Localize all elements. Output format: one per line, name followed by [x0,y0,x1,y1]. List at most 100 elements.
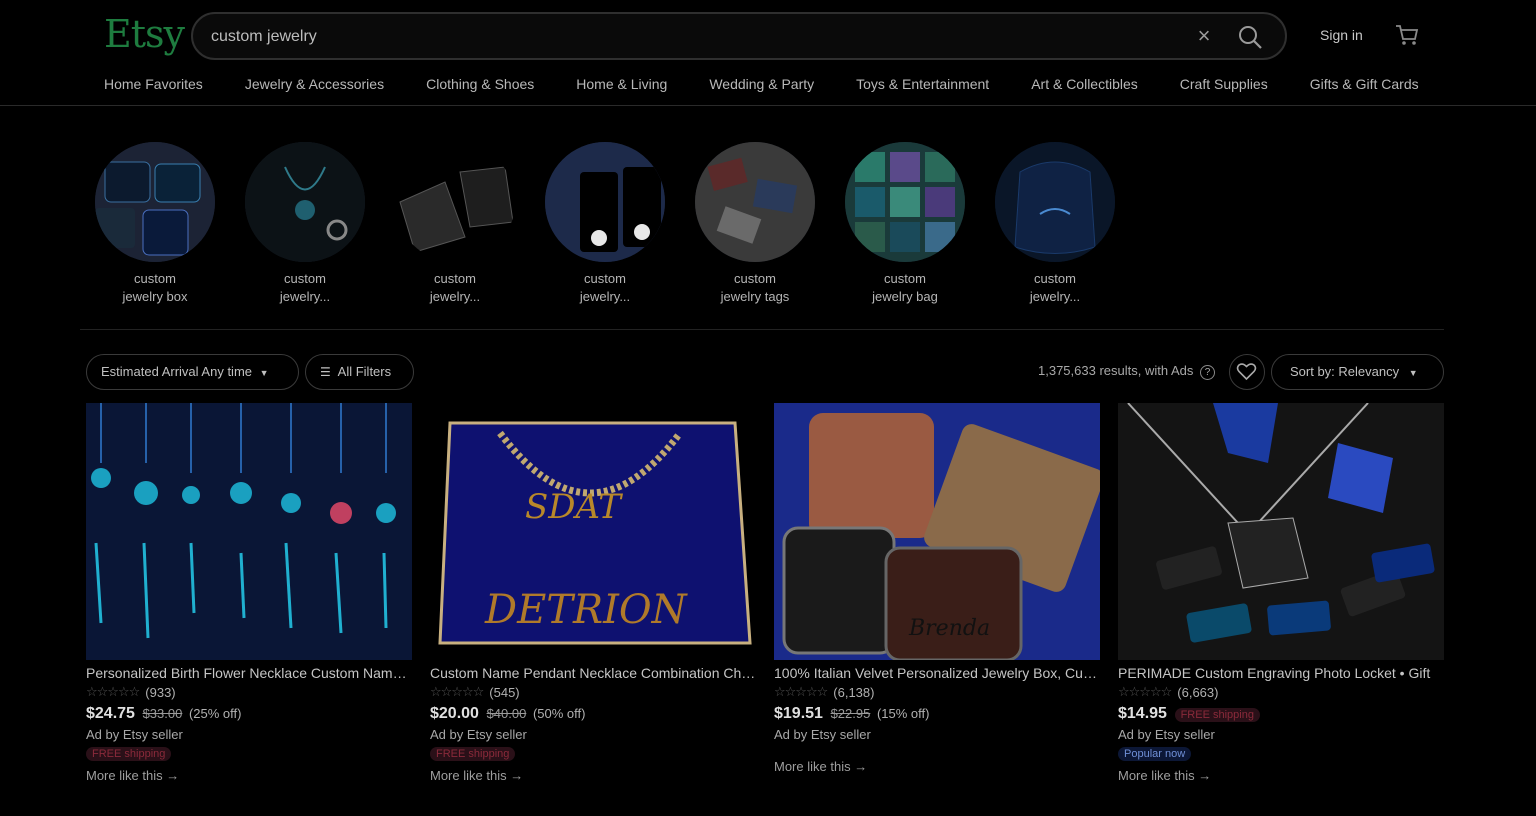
related-search-label: custom [884,271,926,286]
etsy-logo[interactable]: Etsy [104,12,185,56]
star-rating-icon: ☆☆☆☆☆ [1118,684,1172,699]
original-price: $40.00 [486,706,527,721]
arrow-right-icon: → [166,768,180,783]
listing-card[interactable]: SDAT DETRION Custom Name Pendant Necklac… [430,403,756,783]
all-filters-button[interactable]: ☰ All Filters [305,354,414,390]
more-like-this-label: More like this [86,768,163,783]
sort-dropdown[interactable]: Sort by: Relevancy ▼ [1271,354,1444,390]
nav-home-living[interactable]: Home & Living [576,76,667,96]
related-search-thumbnail [695,142,815,262]
arrow-right-icon: → [854,759,868,774]
more-like-this-label: More like this [774,759,851,774]
related-search-thumbnail [95,142,215,262]
sign-in-link[interactable]: Sign in [1320,27,1363,43]
heart-icon [1236,363,1257,381]
listing-rating: ☆☆☆☆☆ (6,138) [774,684,1100,700]
nav-wedding-party[interactable]: Wedding & Party [709,76,814,96]
nav-craft-supplies[interactable]: Craft Supplies [1180,76,1268,96]
related-search-item[interactable]: custom jewelry... [995,142,1115,306]
star-rating-icon: ☆☆☆☆☆ [430,684,484,699]
results-count: 1,375,633 results, with Ads ? [1038,363,1215,380]
caret-down-icon: ▼ [259,368,269,378]
discount-text: (15% off) [876,706,930,721]
free-shipping-badge: FREE shipping [1174,708,1260,722]
header: Etsy × Sign in Home Favorites Jewelry & … [0,0,1536,106]
listing-title[interactable]: Custom Name Pendant Necklace Combination… [430,665,756,681]
review-count: (6,663) [1177,684,1219,700]
nav-clothing-shoes[interactable]: Clothing & Shoes [426,76,534,96]
original-price: $22.95 [830,706,871,721]
listing-card[interactable]: PERIMADE Custom Engraving Photo Locket •… [1118,403,1444,783]
category-nav: Home Favorites Jewelry & Accessories Clo… [104,76,1419,96]
popular-now-badge: Popular now [1118,747,1192,761]
related-search-label: jewelry... [579,289,631,304]
sale-price: $14.95 [1118,705,1167,722]
caret-down-icon: ▼ [1408,368,1418,378]
listing-image[interactable]: SDAT DETRION [430,403,756,660]
review-count: (933) [145,684,176,700]
nav-art-collectibles[interactable]: Art & Collectibles [1031,76,1138,96]
cart-icon[interactable] [1394,22,1420,48]
more-like-this-link[interactable]: More like this → [430,768,756,783]
more-like-this-link[interactable]: More like this → [1118,768,1444,783]
ad-label: Ad by Etsy seller [430,727,527,742]
listing-card[interactable]: Brenda 100% Italian Velvet Personalized … [774,403,1100,774]
related-search-label: jewelry tags [720,289,790,304]
review-count: (545) [489,684,520,700]
svg-text:SDAT: SDAT [525,487,623,527]
estimated-arrival-label: Estimated Arrival Any time [101,364,252,379]
review-count: (6,138) [833,684,875,700]
clear-search-icon[interactable]: × [1193,25,1215,47]
related-search-thumbnail [395,142,515,262]
ad-label: Ad by Etsy seller [86,727,183,742]
related-search-item[interactable]: custom jewelry box [95,142,215,306]
related-search-label: jewelry bag [872,289,938,304]
free-shipping-badge: FREE shipping [430,747,516,761]
help-icon[interactable]: ? [1200,365,1215,380]
listing-title[interactable]: Personalized Birth Flower Necklace Custo… [86,665,412,681]
related-search-label: custom [734,271,776,286]
estimated-arrival-filter[interactable]: Estimated Arrival Any time ▼ [86,354,299,390]
nav-toys-entertainment[interactable]: Toys & Entertainment [856,76,989,96]
listing-price: $24.75 $33.00 (25% off) [86,705,412,723]
related-search-thumbnail [545,142,665,262]
related-search-label: jewelry... [1029,289,1081,304]
related-search-item[interactable]: custom jewelry... [545,142,665,306]
listing-title[interactable]: 100% Italian Velvet Personalized Jewelry… [774,665,1100,681]
nav-jewelry-accessories[interactable]: Jewelry & Accessories [245,76,384,96]
listing-card[interactable]: Personalized Birth Flower Necklace Custo… [86,403,412,783]
related-search-item[interactable]: custom jewelry... [395,142,515,306]
nav-gifts-gift-cards[interactable]: Gifts & Gift Cards [1310,76,1419,96]
save-search-button[interactable] [1229,354,1265,390]
original-price: $33.00 [142,706,183,721]
related-search-label: jewelry box [122,289,188,304]
related-search-item[interactable]: custom jewelry... [245,142,365,306]
more-like-this-link[interactable]: More like this → [86,768,412,783]
all-filters-label: All Filters [337,364,392,379]
more-like-this-label: More like this [1118,768,1195,783]
related-search-label: custom [434,271,476,286]
svg-text:Brenda: Brenda [908,616,990,641]
listing-title[interactable]: PERIMADE Custom Engraving Photo Locket •… [1118,665,1444,681]
arrow-right-icon: → [1198,768,1212,783]
listing-image[interactable] [1118,403,1444,660]
search-icon[interactable] [1237,24,1263,50]
ad-label: Ad by Etsy seller [1118,727,1215,742]
ad-label: Ad by Etsy seller [774,727,871,742]
listing-rating: ☆☆☆☆☆ (933) [86,684,412,700]
related-search-item[interactable]: custom jewelry bag [845,142,965,306]
related-search-label: custom [584,271,626,286]
free-shipping-badge: FREE shipping [86,747,172,761]
search-bar[interactable]: × [191,12,1287,60]
search-input[interactable] [211,24,1151,50]
related-search-label: jewelry... [429,289,481,304]
listing-image[interactable] [86,403,412,660]
section-divider [80,329,1444,330]
results-count-text: 1,375,633 results, with Ads [1038,363,1194,378]
more-like-this-link[interactable]: More like this → [774,759,1100,774]
related-search-item[interactable]: custom jewelry tags [695,142,815,306]
listing-image[interactable]: Brenda [774,403,1100,660]
nav-home-favorites[interactable]: Home Favorites [104,76,203,96]
discount-text: (25% off) [188,706,242,721]
more-like-this-label: More like this [430,768,507,783]
